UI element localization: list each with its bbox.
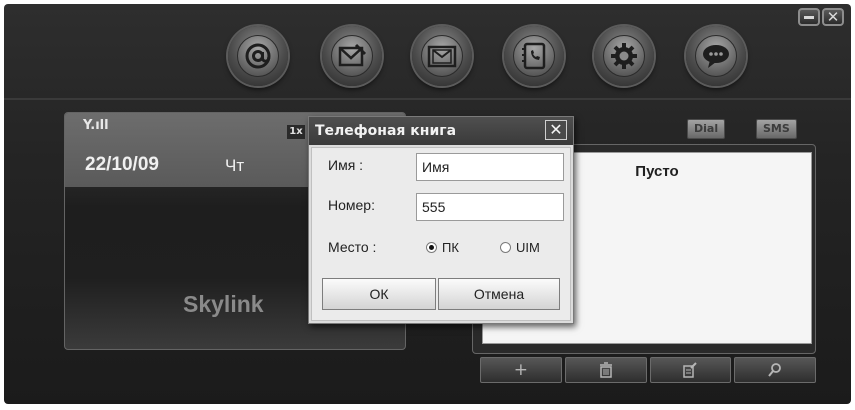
ok-button[interactable]: ОК [322, 278, 436, 310]
radio-uim[interactable] [500, 242, 511, 253]
settings-button[interactable] [594, 26, 654, 86]
weekday-label: Чт [225, 156, 245, 175]
add-contact-button[interactable]: + [480, 357, 562, 383]
app-window: ✕ Y.ıll 1x 22/10/09 Чт Skylink Dial SMS … [4, 4, 851, 404]
edit-icon [683, 362, 698, 378]
email-icon [245, 43, 271, 69]
network-badge: 1x [287, 125, 305, 139]
radio-pc-label: ПК [442, 240, 459, 255]
close-window-button[interactable]: ✕ [822, 8, 844, 26]
search-contact-button[interactable] [734, 357, 816, 383]
edit-contact-button[interactable] [649, 357, 732, 383]
radio-uim-label: UIM [516, 240, 540, 255]
dialog-titlebar[interactable]: Телефоная книга ✕ [309, 117, 573, 145]
dialog-title: Телефоная книга [315, 123, 457, 139]
signal-strength-icon: Y.ıll [83, 118, 109, 133]
delete-contact-button[interactable] [564, 357, 647, 383]
minimize-button[interactable] [798, 8, 820, 26]
inbox-button[interactable] [412, 26, 472, 86]
number-field[interactable]: 555 [416, 193, 564, 221]
name-label: Имя : [328, 157, 364, 173]
delete-icon [599, 362, 612, 378]
name-field[interactable]: Имя [416, 153, 564, 181]
inbox-icon [427, 45, 457, 68]
phonebook-icon [522, 42, 546, 70]
search-icon [768, 363, 782, 377]
phonebook-button[interactable] [504, 26, 564, 86]
operator-name: Skylink [183, 291, 264, 317]
dialog-body: Имя : Имя Номер: 555 Место : ПК UIM ОК О… [311, 147, 571, 321]
dial-button[interactable]: Dial [687, 119, 726, 139]
compose-message-icon [338, 43, 367, 67]
minimize-icon [804, 16, 814, 19]
contacts-toolbar: + [480, 357, 816, 383]
email-button[interactable] [228, 26, 288, 86]
sms-button[interactable]: SMS [756, 119, 797, 139]
number-label: Номер: [328, 197, 375, 213]
cancel-button[interactable]: Отмена [438, 278, 560, 310]
add-icon: + [513, 360, 528, 380]
settings-gear-icon [611, 43, 637, 69]
date-label: 22/10/09 [85, 154, 159, 175]
divider [4, 98, 851, 100]
close-icon: ✕ [826, 8, 840, 26]
chat-bubble-icon [703, 45, 729, 68]
dialog-close-button[interactable]: ✕ [545, 120, 567, 140]
phonebook-dialog: Телефоная книга ✕ Имя : Имя Номер: 555 М… [308, 116, 574, 324]
location-label: Место : [328, 239, 377, 255]
compose-message-button[interactable] [322, 26, 382, 86]
close-icon: ✕ [549, 120, 563, 139]
radio-pc[interactable] [426, 242, 437, 253]
chat-button[interactable] [686, 26, 746, 86]
